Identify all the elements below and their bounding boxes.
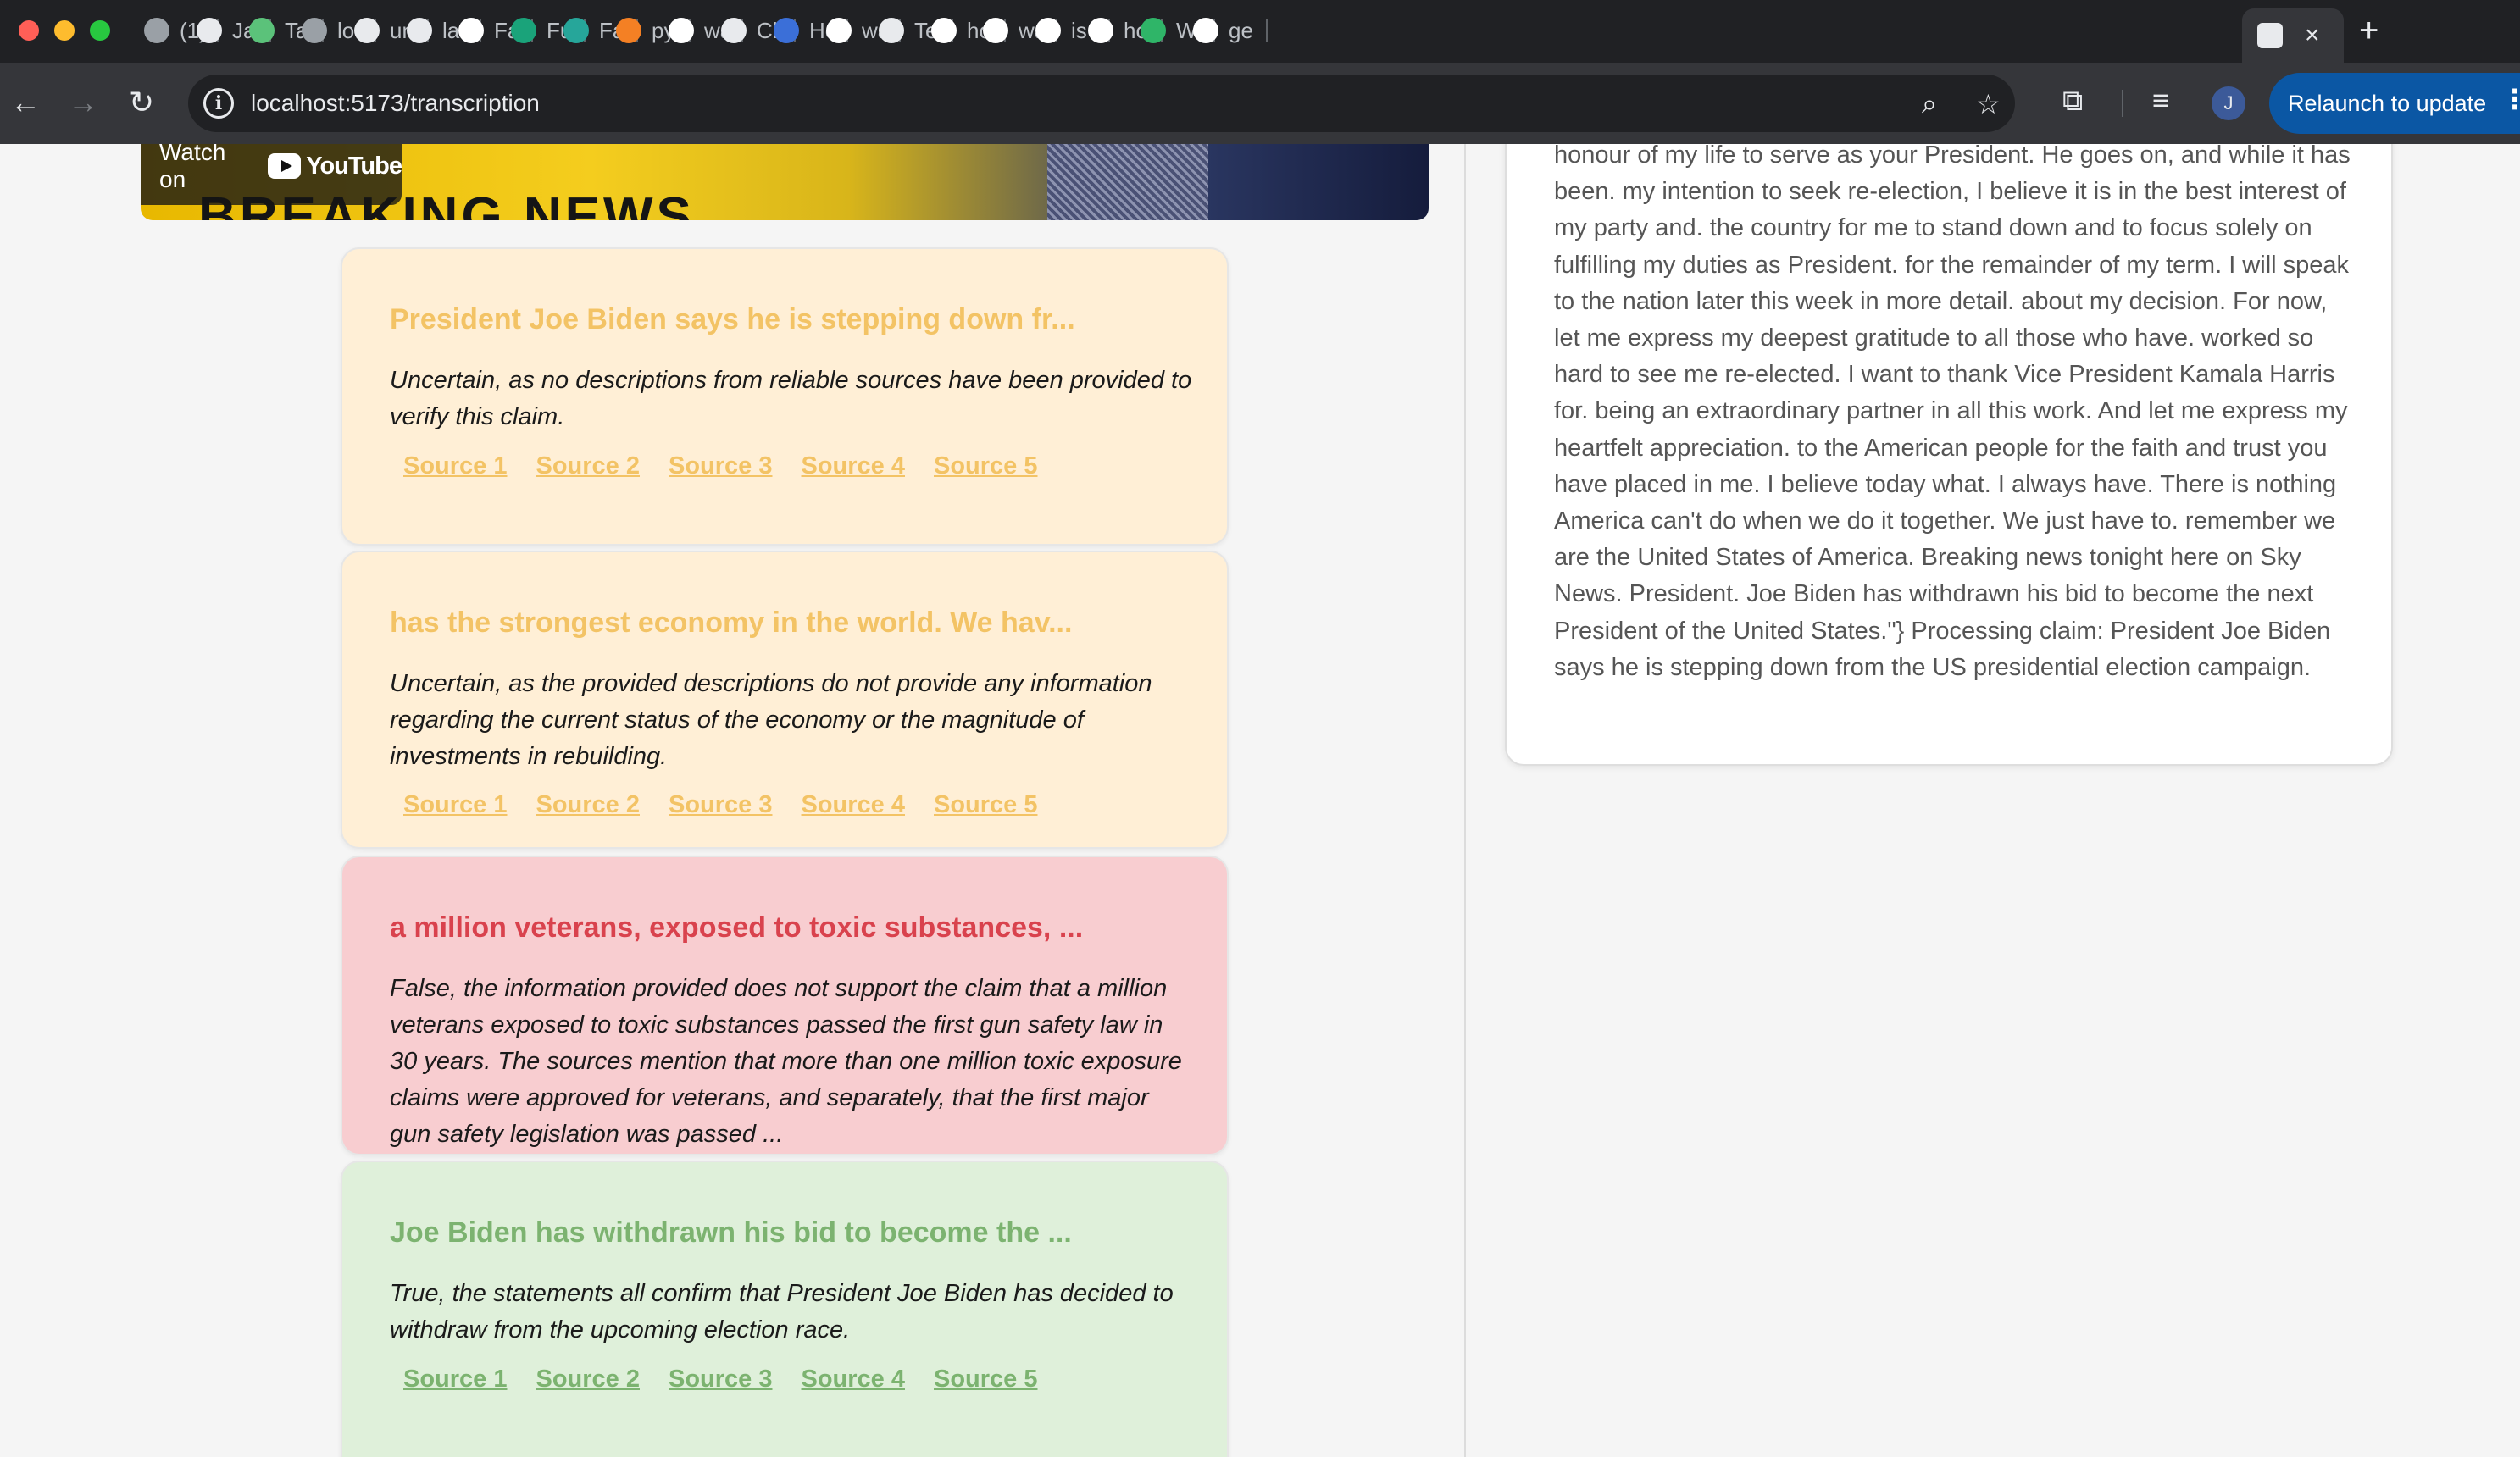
github-icon — [407, 18, 432, 43]
youtube-embed[interactable]: BREAKING NEWS Watch on YouTube — [141, 144, 1429, 220]
person-icon — [249, 18, 275, 43]
claim-card: a million veterans, exposed to toxic sub… — [341, 856, 1229, 1155]
source-link[interactable]: Source 4 — [802, 452, 906, 480]
google-icon — [1035, 18, 1061, 43]
tab-strip: (1) Ja Ta loc un lat Fa Fu Fa py wa Cl Hc wa Te ho wa is h… — [0, 0, 2520, 63]
claim-card: has the strongest economy in the world. … — [341, 551, 1229, 849]
url-text[interactable]: localhost:5173/transcription — [251, 90, 540, 117]
minimize-window-button[interactable] — [54, 20, 75, 41]
claim-title: Joe Biden has withdrawn his bid to becom… — [390, 1216, 1072, 1249]
watch-on-youtube-button[interactable]: Watch on YouTube — [141, 144, 402, 205]
claim-title: a million veterans, exposed to toxic sub… — [390, 911, 1084, 944]
forward-button[interactable]: → — [68, 85, 98, 120]
google-icon — [458, 18, 484, 43]
w-icon — [1141, 18, 1166, 43]
source-link[interactable]: Source 3 — [669, 1366, 773, 1393]
source-link[interactable]: Source 4 — [802, 791, 906, 819]
source-link[interactable]: Source 2 — [536, 791, 641, 819]
source-link[interactable]: Source 5 — [934, 452, 1038, 480]
relaunch-button[interactable]: Relaunch to update — [2269, 73, 2520, 134]
menu-kebab-icon[interactable]: ⋮ — [2501, 83, 2520, 115]
source-link[interactable]: Source 5 — [934, 1366, 1038, 1393]
site-info-icon[interactable]: i — [203, 88, 234, 119]
maximize-window-button[interactable] — [90, 20, 110, 41]
claim-sources: Source 1 Source 2 Source 3 Source 4 Sour… — [403, 1366, 1038, 1393]
claim-title: President Joe Biden says he is stepping … — [390, 303, 1075, 335]
source-link[interactable]: Source 2 — [536, 1366, 641, 1393]
claim-card: President Joe Biden says he is stepping … — [341, 247, 1229, 546]
bolt-icon — [511, 18, 536, 43]
claim-explanation: False, the information provided does not… — [390, 975, 1182, 1148]
watch-on-label: Watch on — [159, 144, 226, 192]
claim-explanation: True, the statements all confirm that Pr… — [390, 1280, 1174, 1343]
profile-avatar[interactable]: J — [2212, 86, 2245, 120]
github-icon — [197, 18, 222, 43]
google-icon — [983, 18, 1008, 43]
video-frame-detail — [1047, 144, 1208, 220]
transcript-text: honour of my life to serve as your Presi… — [1554, 144, 2351, 681]
google-icon — [826, 18, 852, 43]
google-icon — [931, 18, 957, 43]
claim-card: Joe Biden has withdrawn his bid to becom… — [341, 1161, 1229, 1457]
globe-icon — [302, 18, 327, 43]
source-link[interactable]: Source 4 — [802, 1366, 906, 1393]
youtube-wordmark: YouTube — [306, 152, 402, 180]
tab-title: ge — [1229, 17, 1253, 43]
toolbar-divider — [2122, 90, 2123, 117]
page-icon — [2257, 23, 2283, 48]
source-link[interactable]: Source 1 — [403, 452, 508, 480]
column-divider — [1464, 144, 1466, 1457]
extensions-icon[interactable]: ⧉ — [2062, 85, 2083, 118]
openai-icon — [721, 18, 747, 43]
openai-icon — [879, 18, 904, 43]
google-icon — [1088, 18, 1113, 43]
source-link[interactable]: Source 3 — [669, 791, 773, 819]
tab-separator — [1266, 19, 1268, 42]
browser-tab[interactable]: ge — [1193, 10, 1268, 51]
bookmark-star-icon[interactable]: ☆ — [1976, 88, 2001, 120]
laptop-icon — [144, 18, 169, 43]
page-content: BREAKING NEWS Watch on YouTube President… — [0, 144, 2520, 1457]
google-icon — [669, 18, 694, 43]
close-tab-icon[interactable]: × — [2305, 21, 2320, 50]
source-link[interactable]: Source 1 — [403, 1366, 508, 1393]
tab-active[interactable]: × — [2242, 8, 2344, 63]
stackoverflow-icon — [616, 18, 641, 43]
transcript-panel: honour of my life to serve as your Presi… — [1505, 144, 2393, 766]
youtube-play-icon — [268, 153, 302, 179]
claim-sources: Source 1 Source 2 Source 3 Source 4 Sour… — [403, 452, 1038, 480]
github-icon — [354, 18, 380, 43]
doc-icon — [563, 18, 589, 43]
google-icon — [1193, 18, 1218, 43]
zoom-icon[interactable]: ⌕ — [1922, 88, 1937, 120]
claim-explanation: Uncertain, as no descriptions from relia… — [390, 367, 1192, 430]
new-tab-button[interactable]: + — [2359, 12, 2378, 50]
browser-toolbar: ← → ↻ i localhost:5173/transcription ⌕ ☆… — [0, 63, 2520, 144]
claim-sources: Source 1 Source 2 Source 3 Source 4 Sour… — [403, 791, 1038, 819]
source-link[interactable]: Source 3 — [669, 452, 773, 480]
media-controls-icon[interactable]: ≡ — [2152, 85, 2169, 118]
source-link[interactable]: Source 1 — [403, 791, 508, 819]
address-bar[interactable]: i localhost:5173/transcription ⌕ ☆ — [188, 75, 2015, 132]
reload-button[interactable]: ↻ — [129, 85, 154, 120]
close-window-button[interactable] — [19, 20, 39, 41]
source-link[interactable]: Source 2 — [536, 452, 641, 480]
claim-explanation: Uncertain, as the provided descriptions … — [390, 670, 1152, 770]
claim-title: has the strongest economy in the world. … — [390, 607, 1073, 639]
notes-icon — [774, 18, 799, 43]
back-button[interactable]: ← — [10, 85, 41, 120]
source-link[interactable]: Source 5 — [934, 791, 1038, 819]
